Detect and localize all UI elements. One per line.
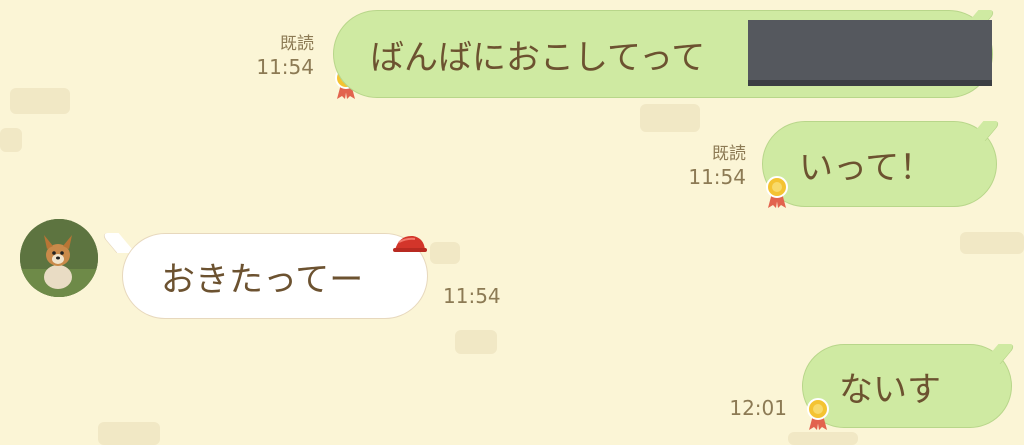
background-pattern [10,88,70,114]
read-receipt: 既読 [280,34,314,54]
read-receipt: 既読 [712,144,746,164]
background-pattern [960,232,1024,254]
dog-avatar[interactable] [20,219,98,297]
message-meta: 12:01 [729,396,787,421]
message-text: いって！ [799,147,934,188]
message-meta: 既読 11:54 [256,34,314,80]
redaction-block [748,20,992,86]
medal-icon [807,398,829,430]
red-hat-decoration [393,235,427,252]
message-bubble-incoming[interactable]: おきたってー [122,233,428,319]
background-pattern [455,330,497,354]
message-meta: 既読 11:54 [688,144,746,190]
message-timestamp: 11:54 [443,284,501,308]
message-timestamp: 12:01 [729,396,787,420]
message-text: おきたってー [161,259,364,300]
message-timestamp: 11:54 [256,55,314,80]
background-pattern [430,242,460,264]
message-text: ばんばにおこしてって [370,37,706,78]
background-pattern [98,422,160,445]
message-bubble-outgoing[interactable]: ないす [802,344,1012,428]
background-pattern [640,104,700,132]
message-text: ないす [839,369,941,410]
message-meta: 11:54 [443,284,501,309]
background-pattern [788,432,858,445]
message-bubble-outgoing[interactable]: いって！ [762,121,997,207]
medal-icon [766,176,788,208]
background-pattern [0,128,22,152]
message-timestamp: 11:54 [688,165,746,190]
